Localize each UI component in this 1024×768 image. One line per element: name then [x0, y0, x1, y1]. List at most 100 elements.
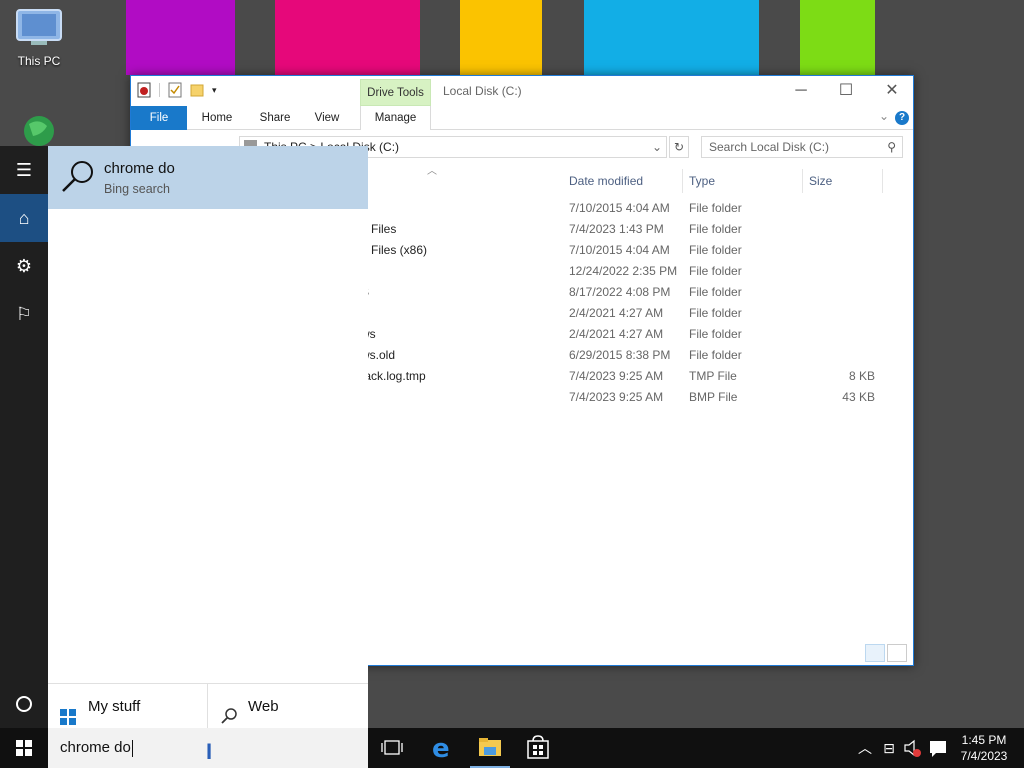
file-type: File folder [689, 201, 742, 215]
desktop-wallpaper-block [800, 0, 875, 75]
file-date: 2/4/2021 4:27 AM [569, 306, 664, 320]
file-size: 43 KB [842, 390, 875, 404]
file-row[interactable]: tack.log.tmp 7/4/2023 9:25 AM TMP File 8 KB [361, 366, 881, 387]
file-type: File folder [689, 285, 742, 299]
file-name: tack.log.tmp [361, 369, 426, 383]
desktop-icon-this-pc[interactable]: This PC [8, 8, 70, 68]
web-label: Web [248, 698, 279, 715]
network-icon[interactable]: ⊟ [878, 728, 900, 768]
drive-tools-contextual-tab: Drive Tools [360, 79, 431, 106]
folder-icon [479, 738, 501, 756]
maximize-button[interactable]: ☐ [824, 78, 868, 104]
cortana-icon[interactable] [16, 696, 32, 712]
file-row[interactable]: 7/4/2023 9:25 AM BMP File 43 KB [361, 387, 881, 408]
store-icon [527, 735, 549, 759]
search-result-bing[interactable]: chrome do Bing search [48, 146, 368, 209]
desktop-icon-label: This PC [17, 54, 61, 68]
desktop-wallpaper-block [126, 0, 235, 75]
file-row[interactable]: 2/4/2021 4:27 AM File folder [361, 303, 881, 324]
new-folder-icon[interactable] [190, 82, 204, 98]
sort-ascending-icon: ︿ [427, 166, 437, 177]
tab-home[interactable]: Home [193, 106, 241, 130]
my-stuff-button[interactable]: My stuff [48, 684, 208, 729]
search-result-subtitle: Bing search [104, 182, 171, 196]
search-placeholder: Search Local Disk (C:) [709, 140, 830, 154]
file-type: BMP File [689, 390, 738, 404]
clock-date: 7/4/2023 [960, 749, 1008, 763]
details-view-icon[interactable] [865, 644, 885, 662]
chevron-down-icon[interactable]: ⌄ [652, 137, 662, 157]
tab-view[interactable]: View [307, 106, 347, 130]
drive-icon[interactable] [137, 82, 151, 98]
edge-browser-button[interactable]: e [418, 728, 466, 768]
file-explorer-button[interactable] [466, 728, 514, 768]
home-icon[interactable]: ⌂ [0, 194, 48, 242]
file-row[interactable]: n Files (x86) 7/10/2015 4:04 AM File folde… [361, 240, 881, 261]
clock-time: 1:45 PM [961, 733, 1007, 747]
file-type: File folder [689, 222, 742, 236]
tab-share[interactable]: Share [253, 106, 297, 130]
large-icons-view-icon[interactable] [887, 644, 907, 662]
column-header-size[interactable]: Size [803, 169, 883, 193]
tab-file[interactable]: File [131, 106, 187, 130]
column-header-date[interactable]: Date modified [563, 169, 683, 193]
help-icon[interactable]: ? [895, 111, 909, 125]
view-mode-buttons [865, 644, 907, 662]
file-date: 6/29/2015 8:38 PM [569, 348, 671, 362]
close-button[interactable]: ✕ [870, 78, 914, 104]
qat-dropdown-icon[interactable]: ▾ [212, 82, 222, 98]
file-row[interactable]: S8/17/2022 4:08 PMFile folder [361, 282, 881, 303]
search-icon [60, 159, 96, 198]
feedback-icon[interactable]: ⚐ [0, 290, 48, 338]
gear-icon[interactable]: ⚙ [0, 242, 48, 290]
show-hidden-icons-chevron-icon[interactable]: ︿ [856, 728, 874, 768]
minimize-button[interactable]: ─ [779, 78, 823, 104]
file-row[interactable]: s7/10/2015 4:04 AMFile folder [361, 198, 881, 219]
explorer-search-input[interactable]: Search Local Disk (C:) ⚲ [701, 136, 903, 158]
windows-logo-icon [16, 740, 32, 756]
file-date: 7/4/2023 9:25 AM [569, 369, 664, 383]
web-button[interactable]: Web [208, 684, 368, 729]
refresh-button[interactable]: ↻ [669, 136, 689, 158]
toolbar-divider [159, 83, 160, 97]
system-clock[interactable]: 1:45 PM 7/4/2023 [954, 732, 1014, 764]
search-result-title: chrome do [104, 160, 175, 177]
action-center-icon[interactable] [926, 728, 950, 768]
file-date: 2/4/2021 4:27 AM [569, 327, 664, 341]
hamburger-menu-icon[interactable]: ☰ [0, 146, 48, 194]
task-view-button[interactable] [368, 728, 416, 768]
expand-ribbon-icon[interactable]: ⌄ [879, 109, 889, 123]
file-date: 7/4/2023 1:43 PM [569, 222, 664, 236]
search-input-text: chrome do [60, 739, 131, 756]
search-icon: ⚲ [887, 140, 896, 154]
file-type: File folder [689, 327, 742, 341]
window-title: Local Disk (C:) [443, 84, 522, 98]
file-list: s7/10/2015 4:04 AMFile folder n Files7/4… [361, 198, 881, 408]
tab-manage[interactable]: Manage [360, 106, 431, 130]
store-button[interactable] [514, 728, 562, 768]
file-row[interactable]: k12/24/2022 2:35 PMFile folder [361, 261, 881, 282]
file-date: 7/10/2015 4:04 AM [569, 243, 670, 257]
file-date: 7/10/2015 4:04 AM [569, 201, 670, 215]
quick-access-toolbar: ▾ [137, 82, 222, 98]
task-view-icon [381, 740, 403, 755]
file-date: 8/17/2022 4:08 PM [569, 285, 671, 299]
properties-icon[interactable] [168, 82, 182, 98]
file-date: 12/24/2022 2:35 PM [569, 264, 678, 278]
desktop-wallpaper-block [275, 0, 420, 75]
file-size: 8 KB [848, 369, 875, 383]
file-type: File folder [689, 306, 742, 320]
volume-muted-icon[interactable] [902, 728, 924, 768]
desktop-wallpaper-block [584, 0, 759, 75]
mouse-cursor-ibeam: I [206, 739, 213, 764]
file-row[interactable]: ws 2/4/2021 4:27 AM File folder [361, 324, 881, 345]
svg-text:e: e [432, 734, 450, 764]
file-type: File folder [689, 348, 742, 362]
file-row[interactable]: ws.old 6/29/2015 8:38 PM File folder [361, 345, 881, 366]
column-header-type[interactable]: Type [683, 169, 803, 193]
edge-icon: e [432, 734, 450, 764]
file-row[interactable]: n Files 7/4/2023 1:43 PM File folder [361, 219, 881, 240]
start-button[interactable] [0, 728, 48, 768]
file-date: 7/4/2023 9:25 AM [569, 390, 664, 404]
start-menu-rail: ☰ ⌂ ⚙ ⚐ [0, 146, 48, 728]
